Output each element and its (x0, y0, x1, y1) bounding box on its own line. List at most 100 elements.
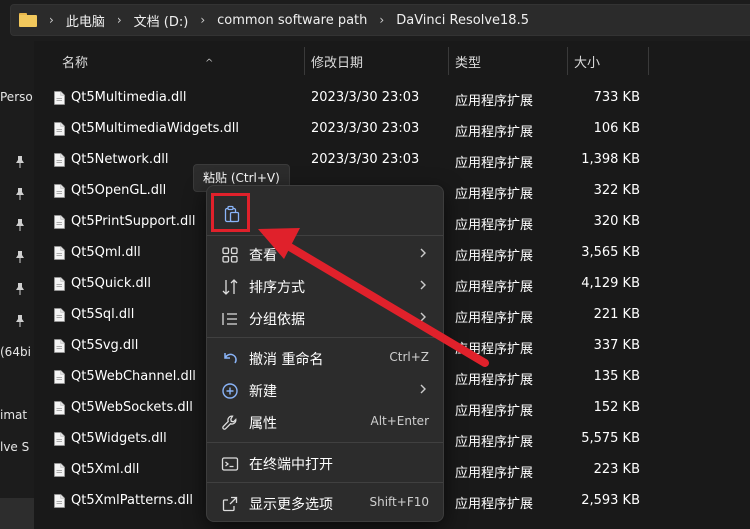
navigation-pane: Perso (64bi imat lve S (0, 41, 34, 529)
menu-item-properties[interactable]: 属性 Alt+Enter (211, 407, 439, 437)
dll-file-icon (54, 122, 65, 136)
file-size: 221 KB (593, 307, 640, 322)
menu-separator (207, 482, 443, 483)
context-menu: 查看 排序方式 分组依据 撤消 重命名 Ctrl+Z 新建 属性 Alt+Ent… (206, 185, 444, 522)
file-row[interactable]: Qt5MultimediaWidgets.dll 2023/3/30 23:03 应… (34, 114, 750, 145)
pin-icon (15, 283, 25, 295)
column-header-name-label: 名称 (62, 56, 89, 71)
column-divider[interactable] (448, 47, 449, 75)
menu-item-view[interactable]: 查看 (211, 239, 439, 269)
file-row[interactable]: Qt5Network.dll 2023/3/30 23:03 应用程序扩展 1,398… (34, 145, 750, 176)
file-date: 2023/3/30 23:03 (311, 121, 420, 136)
chevron-right-icon (420, 248, 426, 258)
column-divider[interactable] (304, 47, 305, 75)
menu-item-new[interactable]: 新建 (211, 375, 439, 405)
breadcrumb-item-common-software-path[interactable]: common software path (217, 13, 367, 28)
file-name: Qt5WebChannel.dll (71, 369, 196, 384)
file-type: 应用程序扩展 (455, 342, 534, 357)
column-header-size-label: 大小 (574, 56, 601, 71)
file-type: 应用程序扩展 (455, 404, 534, 419)
file-type: 应用程序扩展 (455, 466, 534, 481)
column-header-modified[interactable]: 修改日期 (311, 50, 441, 78)
nav-item-fragment[interactable]: lve S (0, 440, 29, 454)
file-type: 应用程序扩展 (455, 311, 534, 326)
nav-item-selected[interactable] (0, 498, 34, 529)
menu-separator (207, 337, 443, 338)
nav-item-fragment[interactable]: imat (0, 408, 27, 422)
file-size: 106 KB (593, 121, 640, 136)
terminal-icon (221, 457, 239, 471)
menu-item-open-in-terminal-label: 在终端中打开 (249, 457, 333, 473)
chevron-right-icon (420, 312, 426, 322)
file-name: Qt5PrintSupport.dll (71, 214, 196, 229)
breadcrumb-item-documents-drive[interactable]: 文档 (D:) (134, 11, 189, 30)
file-size: 1,398 KB (581, 152, 640, 167)
breadcrumb-item-davinci-resolve[interactable]: DaVinci Resolve18.5 (396, 13, 529, 28)
column-divider[interactable] (648, 47, 649, 75)
file-type: 应用程序扩展 (455, 94, 534, 109)
menu-item-undo-rename-label: 撤消 重命名 (249, 352, 324, 368)
sort-icon (222, 279, 238, 295)
file-name: Qt5WebSockets.dll (71, 400, 193, 415)
file-type: 应用程序扩展 (455, 125, 534, 140)
column-header-type[interactable]: 类型 (455, 50, 555, 78)
menu-item-show-more-options[interactable]: 显示更多选项 Shift+F10 (211, 488, 439, 518)
undo-shortcut: Ctrl+Z (389, 350, 429, 364)
column-header-modified-label: 修改日期 (311, 56, 364, 71)
file-type: 应用程序扩展 (455, 497, 534, 512)
folder-icon (19, 13, 37, 27)
nav-item-fragment[interactable]: (64bi (0, 345, 31, 359)
file-size: 5,575 KB (581, 431, 640, 446)
dll-file-icon (54, 339, 65, 353)
file-row[interactable]: Qt5Multimedia.dll 2023/3/30 23:03 应用程序扩展 73… (34, 83, 750, 114)
menu-item-sort-by[interactable]: 排序方式 (211, 271, 439, 301)
chevron-right-icon (420, 280, 426, 290)
menu-item-undo-rename[interactable]: 撤消 重命名 Ctrl+Z (211, 343, 439, 373)
menu-item-new-label: 新建 (249, 384, 277, 400)
column-divider[interactable] (567, 47, 568, 75)
file-size: 4,129 KB (581, 276, 640, 291)
file-name: Qt5Network.dll (71, 152, 169, 167)
file-type: 应用程序扩展 (455, 435, 534, 450)
file-size: 2,593 KB (581, 493, 640, 508)
pin-icon (15, 156, 25, 168)
show-more-options-shortcut: Shift+F10 (369, 495, 429, 509)
file-name: Qt5Widgets.dll (71, 431, 167, 446)
column-header-size[interactable]: 大小 (574, 50, 644, 78)
file-size: 322 KB (593, 183, 640, 198)
file-name: Qt5Qml.dll (71, 245, 141, 260)
file-type: 应用程序扩展 (455, 156, 534, 171)
dll-file-icon (54, 401, 65, 415)
undo-icon (224, 353, 237, 364)
file-name: Qt5OpenGL.dll (71, 183, 167, 198)
file-name: Qt5Quick.dll (71, 276, 151, 291)
pin-icon (15, 251, 25, 263)
group-list-icon (222, 313, 237, 325)
file-size: 733 KB (593, 90, 640, 105)
address-bar-area: › 此电脑 › 文档 (D:) › common software path ›… (0, 0, 750, 41)
chevron-right-icon: › (49, 13, 54, 27)
dll-file-icon (54, 184, 65, 198)
file-date: 2023/3/30 23:03 (311, 152, 420, 167)
file-size: 337 KB (593, 338, 640, 353)
grid-view-icon (222, 247, 238, 263)
pin-icon (15, 219, 25, 231)
file-size: 223 KB (593, 462, 640, 477)
dll-file-icon (54, 277, 65, 291)
menu-item-group-by[interactable]: 分组依据 (211, 303, 439, 333)
menu-item-open-in-terminal[interactable]: 在终端中打开 (211, 448, 439, 478)
breadcrumb-item-this-pc[interactable]: 此电脑 (66, 11, 105, 30)
menu-item-properties-label: 属性 (249, 416, 277, 432)
chevron-right-icon (420, 384, 426, 394)
file-type: 应用程序扩展 (455, 249, 534, 264)
menu-item-show-more-options-label: 显示更多选项 (249, 497, 333, 513)
column-header-name[interactable]: 名称 ^ (62, 50, 302, 78)
menu-item-view-label: 查看 (249, 248, 277, 264)
file-name: Qt5Svg.dll (71, 338, 139, 353)
dll-file-icon (54, 91, 65, 105)
file-explorer-window: › 此电脑 › 文档 (D:) › common software path ›… (0, 0, 750, 529)
dll-file-icon (54, 308, 65, 322)
breadcrumb[interactable]: › 此电脑 › 文档 (D:) › common software path ›… (10, 4, 750, 36)
chevron-right-icon: › (116, 13, 122, 27)
nav-item-fragment[interactable]: Perso (0, 90, 33, 104)
